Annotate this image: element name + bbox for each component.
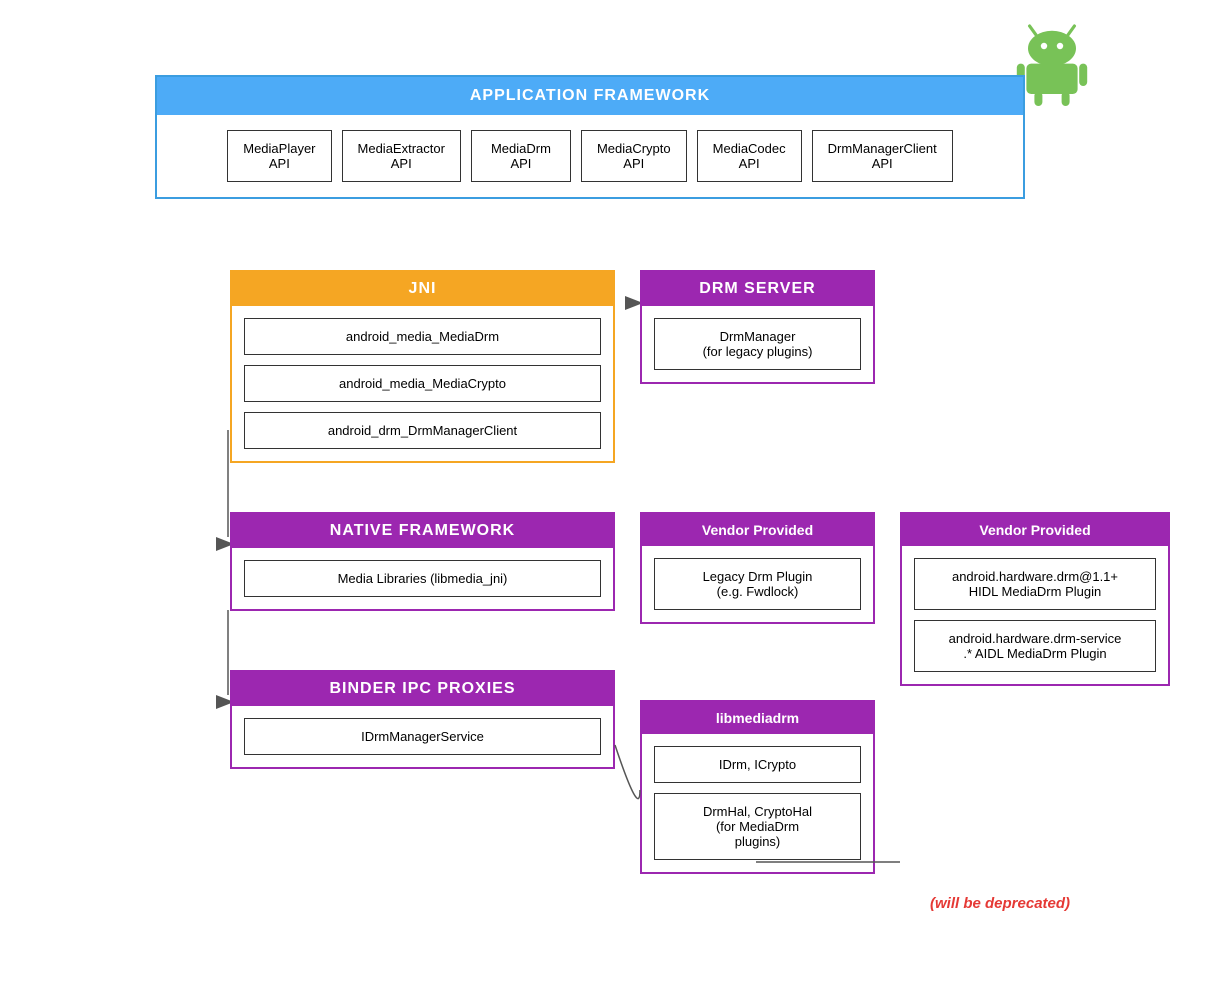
vendor-left-header: Vendor Provided [642, 514, 873, 546]
drm-server-section: DRM SERVER DrmManager(for legacy plugins… [640, 270, 875, 384]
app-framework-body: MediaPlayerAPI MediaExtractorAPI MediaDr… [157, 115, 1023, 197]
jni-item-1: android_media_MediaDrm [244, 318, 601, 355]
api-box-mediacodec: MediaCodecAPI [697, 130, 802, 182]
native-fw-arrow-icon [216, 537, 230, 551]
native-framework-body: Media Libraries (libmedia_jni) [232, 548, 613, 609]
jni-item-3: android_drm_DrmManagerClient [244, 412, 601, 449]
native-framework-item-1: Media Libraries (libmedia_jni) [244, 560, 601, 597]
deprecated-text: (will be deprecated) [930, 895, 1070, 912]
binder-arrow-icon [216, 695, 230, 709]
vendor-left-item-1: Legacy Drm Plugin(e.g. Fwdlock) [654, 558, 861, 610]
vendor-right-body: android.hardware.drm@1.1+HIDL MediaDrm P… [902, 546, 1168, 684]
native-framework-section: NATIVE FRAMEWORK Media Libraries (libmed… [230, 512, 615, 611]
app-framework-header: APPLICATION FRAMEWORK [157, 77, 1023, 115]
libmediadrm-body: IDrm, ICrypto DrmHal, CryptoHal(for Medi… [642, 734, 873, 872]
vendor-left-body: Legacy Drm Plugin(e.g. Fwdlock) [642, 546, 873, 622]
libmediadrm-section: libmediadrm IDrm, ICrypto DrmHal, Crypto… [640, 700, 875, 874]
jni-item-2: android_media_MediaCrypto [244, 365, 601, 402]
vendor-right-section: Vendor Provided android.hardware.drm@1.1… [900, 512, 1170, 686]
jni-header: JNI [232, 272, 613, 306]
api-box-mediaextractor: MediaExtractorAPI [342, 130, 461, 182]
libmediadrm-item-1: IDrm, ICrypto [654, 746, 861, 783]
jni-section: JNI android_media_MediaDrm android_media… [230, 270, 615, 463]
vendor-right-header: Vendor Provided [902, 514, 1168, 546]
jni-body: android_media_MediaDrm android_media_Med… [232, 306, 613, 461]
app-framework-section: APPLICATION FRAMEWORK MediaPlayerAPI Med… [155, 75, 1025, 199]
binder-body: IDrmManagerService [232, 706, 613, 767]
libmediadrm-item-2: DrmHal, CryptoHal(for MediaDrmplugins) [654, 793, 861, 860]
binder-section: BINDER IPC PROXIES IDrmManagerService [230, 670, 615, 769]
api-box-mediaplayer: MediaPlayerAPI [227, 130, 331, 182]
drm-server-item-1: DrmManager(for legacy plugins) [654, 318, 861, 370]
drm-server-header: DRM SERVER [642, 272, 873, 306]
binder-header: BINDER IPC PROXIES [232, 672, 613, 706]
api-box-mediacrypto: MediaCryptoAPI [581, 130, 687, 182]
vendor-right-item-1: android.hardware.drm@1.1+HIDL MediaDrm P… [914, 558, 1156, 610]
api-box-drmmanagerclient: DrmManagerClientAPI [812, 130, 953, 182]
vendor-right-item-2: android.hardware.drm-service.* AIDL Medi… [914, 620, 1156, 672]
api-box-mediadrm: MediaDrmAPI [471, 130, 571, 182]
binder-item-1: IDrmManagerService [244, 718, 601, 755]
native-framework-header: NATIVE FRAMEWORK [232, 514, 613, 548]
vendor-left-section: Vendor Provided Legacy Drm Plugin(e.g. F… [640, 512, 875, 624]
libmediadrm-header: libmediadrm [642, 702, 873, 734]
drm-server-body: DrmManager(for legacy plugins) [642, 306, 873, 382]
